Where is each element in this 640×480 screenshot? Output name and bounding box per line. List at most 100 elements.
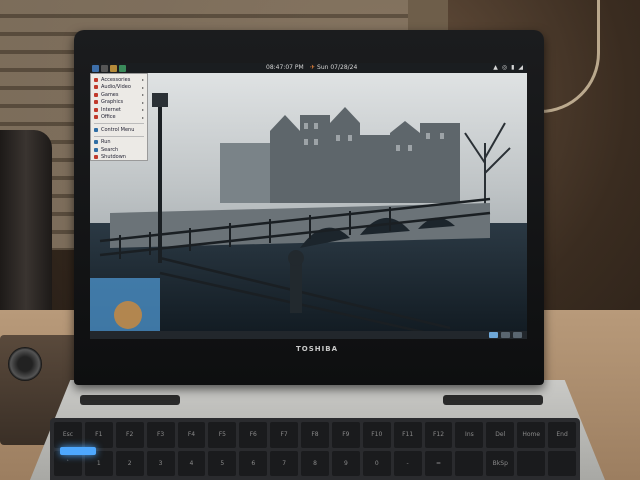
keyboard-key[interactable]: Del [486, 422, 515, 448]
keyboard-key[interactable]: 9 [331, 450, 360, 476]
graphics-icon [94, 100, 98, 105]
menu-action-items: Run Search Shutdown [91, 139, 147, 162]
menu-item-label: Internet [101, 106, 121, 113]
menu-item-games[interactable]: Games ▸ [91, 91, 147, 99]
games-icon [94, 92, 98, 97]
menu-item-run[interactable]: Run [91, 139, 147, 147]
menu-launcher-icon[interactable] [92, 64, 99, 72]
pin-icon: ✈ [310, 64, 316, 71]
top-panel: 08:47:07 PM ✈ Sun 07/28/24 ▲ ◎ ▮ ◢ [90, 63, 527, 73]
bottom-panel [90, 331, 527, 339]
chevron-right-icon: ▸ [141, 99, 144, 105]
chevron-right-icon: ▸ [141, 84, 144, 90]
menu-item-office[interactable]: Office ▸ [91, 114, 147, 122]
desktop-wallpaper [90, 63, 527, 339]
terminal-launcher-icon[interactable] [101, 64, 108, 72]
keyboard-key[interactable]: End [548, 422, 576, 448]
files-launcher-icon[interactable] [110, 64, 117, 72]
menu-item-shutdown[interactable]: Shutdown [91, 154, 147, 162]
menu-item-label: Control Menu [101, 126, 135, 133]
keyboard-key[interactable]: 4 [177, 450, 206, 476]
chevron-right-icon: ▸ [141, 77, 144, 83]
desktop-screen: 08:47:07 PM ✈ Sun 07/28/24 ▲ ◎ ▮ ◢ Acces… [90, 63, 527, 339]
menu-item-search[interactable]: Search [91, 146, 147, 154]
audio-video-icon [94, 85, 98, 90]
menu-item-label: Audio/Video [101, 84, 131, 91]
keyboard-key[interactable]: 2 [115, 450, 144, 476]
keyboard-key[interactable] [548, 450, 576, 476]
menu-item-label: Search [101, 146, 119, 153]
keyboard-key[interactable]: F12 [424, 422, 453, 448]
menu-item-graphics[interactable]: Graphics ▸ [91, 99, 147, 107]
menu-item-label: Run [101, 139, 111, 146]
keyboard-key[interactable]: F6 [239, 422, 268, 448]
keyboard-key[interactable] [517, 450, 546, 476]
menu-item-internet[interactable]: Internet ▸ [91, 106, 147, 114]
menu-item-accessories[interactable]: Accessories ▸ [91, 76, 147, 84]
workspace-1[interactable] [489, 332, 498, 338]
wifi-icon[interactable]: ▲ [493, 64, 498, 71]
workspace-3[interactable] [513, 332, 522, 338]
menu-item-label: Games [101, 91, 119, 98]
panel-launchers [90, 64, 126, 72]
battery-icon[interactable]: ▮ [511, 64, 514, 71]
speaker-cone [8, 347, 42, 381]
panel-date-text: Sun 07/28/24 [317, 64, 358, 71]
browser-launcher-icon[interactable] [119, 64, 126, 72]
menu-app-categories: Accessories ▸ Audio/Video ▸ Games ▸ Graphics ▸ I… [91, 76, 147, 121]
volume-icon[interactable]: ◢ [518, 64, 523, 71]
run-icon [94, 140, 98, 145]
chevron-right-icon: ▸ [141, 114, 144, 120]
keyboard-key[interactable]: BkSp [486, 450, 515, 476]
keyboard-key[interactable] [455, 450, 484, 476]
menu-separator [94, 123, 144, 124]
chevron-right-icon: ▸ [141, 92, 144, 98]
keyboard-key[interactable]: 0 [362, 450, 391, 476]
workspace-switcher [489, 332, 522, 338]
shutdown-icon [94, 155, 98, 160]
workspace-2[interactable] [501, 332, 510, 338]
keyboard-key[interactable]: 6 [239, 450, 268, 476]
touchpad-button-left [80, 395, 180, 405]
menu-item-label: Office [101, 114, 116, 121]
keyboard-key[interactable]: F11 [393, 422, 422, 448]
keyboard-key[interactable]: F9 [331, 422, 360, 448]
keyboard-key[interactable]: 5 [208, 450, 237, 476]
search-icon [94, 147, 98, 152]
keyboard-key[interactable]: F5 [208, 422, 237, 448]
keyboard-key[interactable]: 8 [301, 450, 329, 476]
keyboard-key[interactable]: - [393, 450, 422, 476]
menu-item-label: Shutdown [101, 154, 126, 161]
keyboard-key[interactable]: F1 [84, 422, 113, 448]
accessories-icon [94, 77, 98, 82]
keyboard-key[interactable]: F8 [301, 422, 329, 448]
internet-icon [94, 107, 98, 112]
keyboard-key[interactable]: F4 [177, 422, 206, 448]
keyboard-key[interactable]: F7 [270, 422, 299, 448]
keyboard-key[interactable]: = [424, 450, 453, 476]
power-led [60, 447, 96, 455]
menu-item-control-menu[interactable]: Control Menu [91, 126, 147, 134]
panel-clock[interactable]: 08:47:07 PM [266, 64, 304, 71]
keyboard-key[interactable]: Ins [455, 422, 484, 448]
keyboard-key[interactable]: Esc [54, 422, 82, 448]
system-tray: ▲ ◎ ▮ ◢ [493, 64, 523, 71]
chevron-right-icon: ▸ [141, 107, 144, 113]
keyboard-key[interactable]: Home [517, 422, 546, 448]
menu-item-label: Accessories [101, 76, 131, 83]
menu-system-items: Control Menu [91, 126, 147, 134]
panel-date[interactable]: ✈ Sun 07/28/24 [310, 64, 357, 71]
office-icon [94, 115, 98, 120]
laptop-brand: TOSHIBA [296, 345, 338, 353]
keyboard-key[interactable]: F10 [362, 422, 391, 448]
menu-item-audio-video[interactable]: Audio/Video ▸ [91, 84, 147, 92]
keyboard-key[interactable]: F2 [115, 422, 144, 448]
menu-item-label: Graphics [101, 99, 124, 106]
menu-separator [94, 135, 144, 137]
keyboard-key[interactable]: 3 [146, 450, 175, 476]
touchpad-button-right [443, 395, 543, 405]
keyboard-key[interactable]: 7 [270, 450, 299, 476]
keyboard-key[interactable]: F3 [146, 422, 175, 448]
speaker [0, 130, 52, 340]
network-icon[interactable]: ◎ [502, 64, 507, 71]
